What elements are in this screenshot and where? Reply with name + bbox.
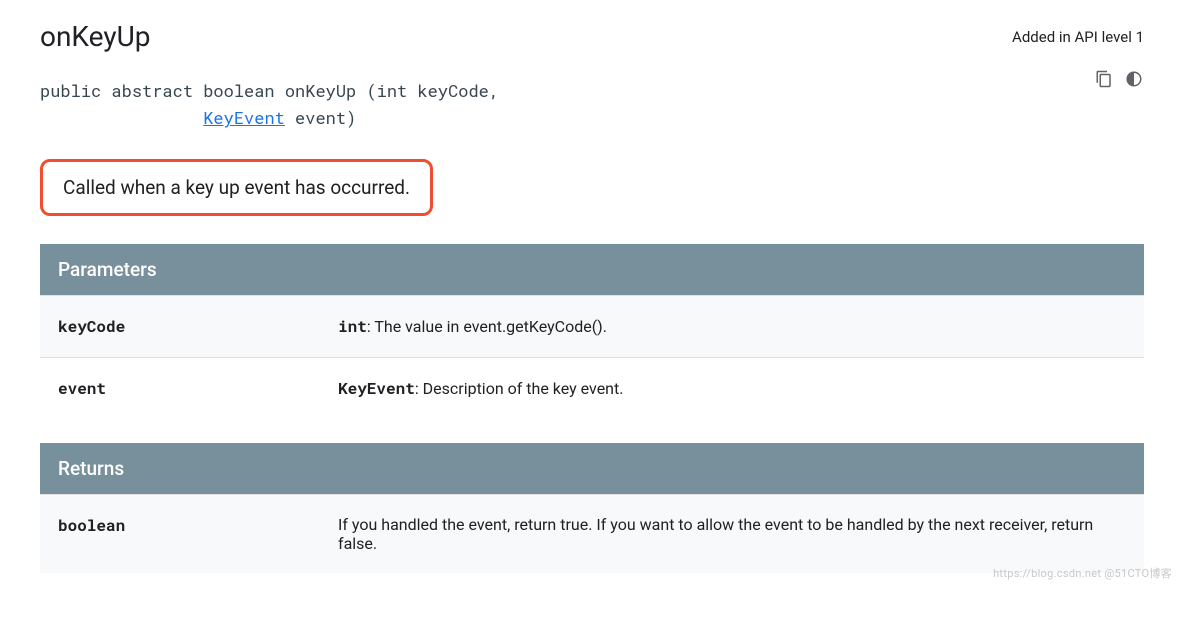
sig-line-1: public abstract boolean onKeyUp (int key… [40,79,499,102]
signature-block: public abstract boolean onKeyUp (int key… [40,77,1144,131]
param-desc: int: The value in event.getKeyCode(). [320,296,1144,358]
param-name: keyCode [40,296,320,358]
table-row: event KeyEvent: Description of the key e… [40,358,1144,420]
param-type: KeyEvent [338,378,415,399]
returns-heading: Returns [40,443,1144,495]
header-row: onKeyUp Added in API level 1 [40,20,1144,53]
keyevent-type-link[interactable]: KeyEvent [203,106,285,129]
method-title: onKeyUp [40,20,150,53]
watermark: https://blog.csdn.net @51CTO博客 [993,565,1172,581]
table-row: keyCode int: The value in event.getKeyCo… [40,296,1144,358]
param-type: int [338,316,367,337]
param-name: event [40,358,320,420]
param-text: : Description of the key event. [415,379,624,398]
parameters-table: Parameters keyCode int: The value in eve… [40,244,1144,419]
return-type: boolean [40,495,320,574]
returns-table: Returns boolean If you handled the event… [40,443,1144,573]
sig-suffix: event) [285,106,356,129]
param-text: : The value in event.getKeyCode(). [367,317,607,336]
code-actions [1094,69,1144,89]
method-signature: public abstract boolean onKeyUp (int key… [40,77,1144,131]
copy-icon[interactable] [1094,69,1114,89]
parameters-heading: Parameters [40,244,1144,296]
theme-toggle-icon[interactable] [1124,69,1144,89]
sig-indent [40,106,203,129]
return-desc: If you handled the event, return true. I… [320,495,1144,574]
api-level-badge: Added in API level 1 [1012,28,1144,46]
param-desc: KeyEvent: Description of the key event. [320,358,1144,420]
description-callout: Called when a key up event has occurred. [40,159,433,216]
table-row: boolean If you handled the event, return… [40,495,1144,574]
